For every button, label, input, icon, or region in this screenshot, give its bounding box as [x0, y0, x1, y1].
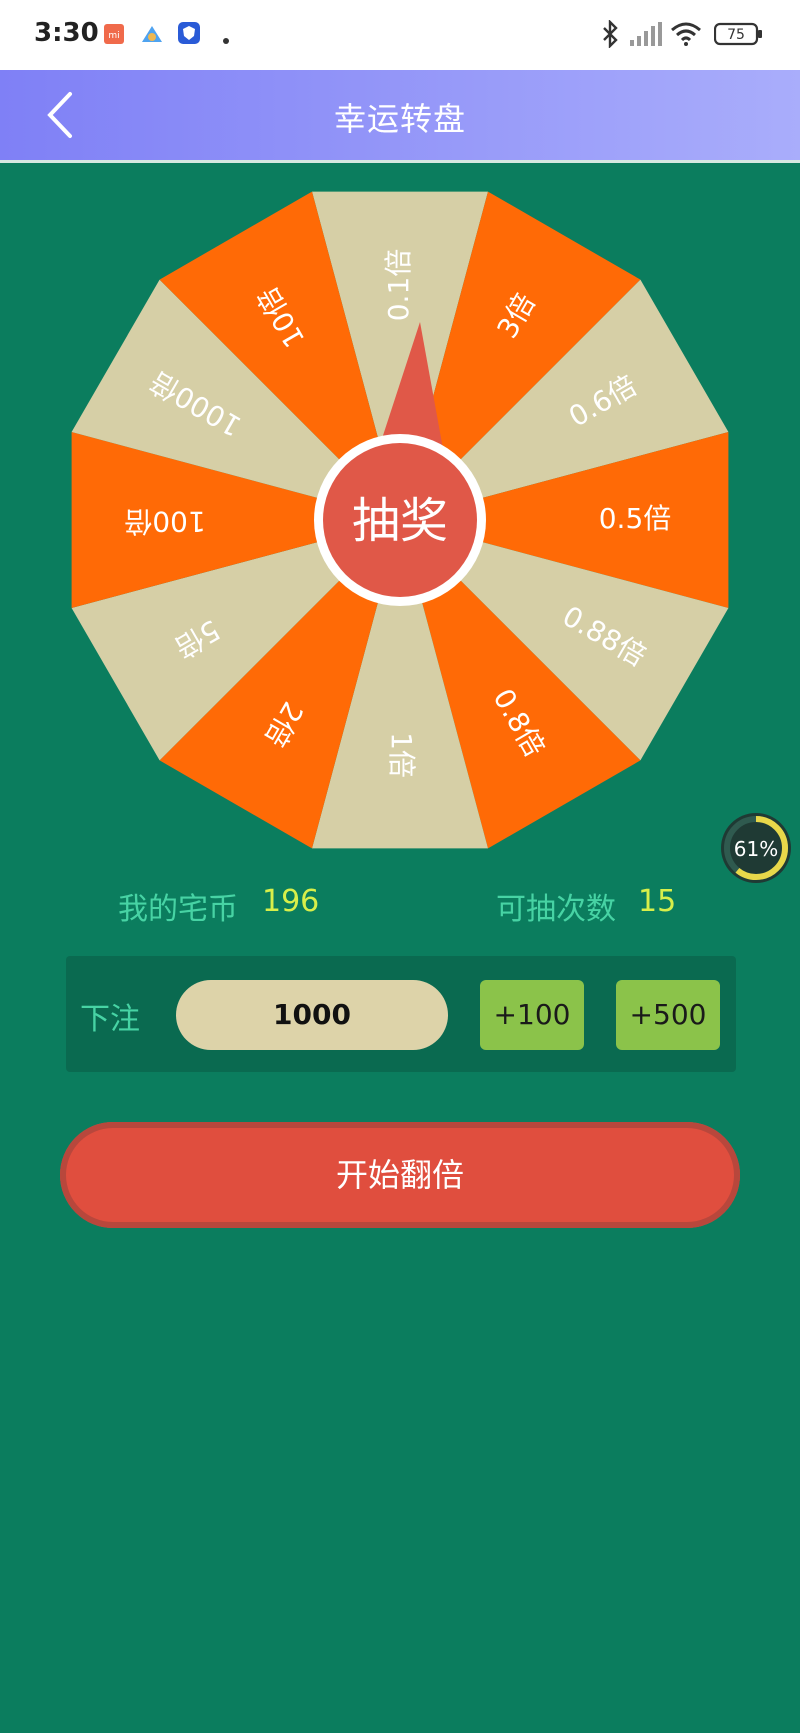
prize-wheel: 0.1倍 3倍 0.6倍 0.5倍 0.88倍 0.8倍 1倍 2倍 5倍 100倍 1000倍 10…	[70, 190, 730, 850]
page-title: 幸运转盘	[333, 100, 466, 138]
battery-level: 75	[727, 27, 745, 43]
draw-button-label: 抽奖	[352, 493, 448, 549]
wheel-segment-label: 0.5倍	[599, 502, 672, 535]
add-100-button[interactable]: +100	[480, 980, 584, 1050]
header-divider	[0, 160, 800, 163]
coins-value: 196	[262, 884, 320, 919]
add-500-button[interactable]: +500	[616, 980, 720, 1050]
battery-icon: 75	[713, 22, 764, 50]
app-icon	[142, 26, 162, 46]
draw-button[interactable]: 抽奖	[314, 434, 486, 606]
wheel-graphic: 0.1倍 3倍0.6倍0.5倍0.88倍0.8倍1倍2倍5倍100倍1000倍10…	[71, 191, 729, 849]
draws-value: 15	[638, 884, 677, 919]
bet-panel: 下注 1000 +100 +500	[66, 956, 736, 1072]
status-bar: 3:30 mi 75	[0, 0, 800, 70]
signal-icon	[630, 22, 662, 50]
wifi-icon	[670, 22, 702, 50]
wheel-segment-label: 0.1倍	[382, 249, 415, 322]
wheel-segment-label: 100倍	[124, 505, 205, 538]
progress-percent: 61%	[734, 837, 778, 861]
coins-label: 我的宅币	[118, 892, 238, 927]
draws-label: 可抽次数	[496, 892, 616, 927]
start-button[interactable]: 开始翻倍	[60, 1122, 740, 1228]
dot-icon	[222, 30, 230, 49]
svg-text:mi: mi	[108, 31, 119, 41]
mi-icon: mi	[104, 24, 124, 48]
bluetooth-icon	[600, 19, 620, 52]
shield-icon	[178, 22, 200, 48]
bet-label: 下注	[80, 1002, 140, 1037]
wheel-segment-label: 1倍	[385, 732, 418, 778]
status-time: 3:30	[34, 18, 99, 48]
floating-progress-widget[interactable]: 61%	[720, 812, 792, 884]
bet-amount-field[interactable]: 1000	[176, 980, 448, 1050]
app-bar: 幸运转盘	[0, 70, 800, 160]
